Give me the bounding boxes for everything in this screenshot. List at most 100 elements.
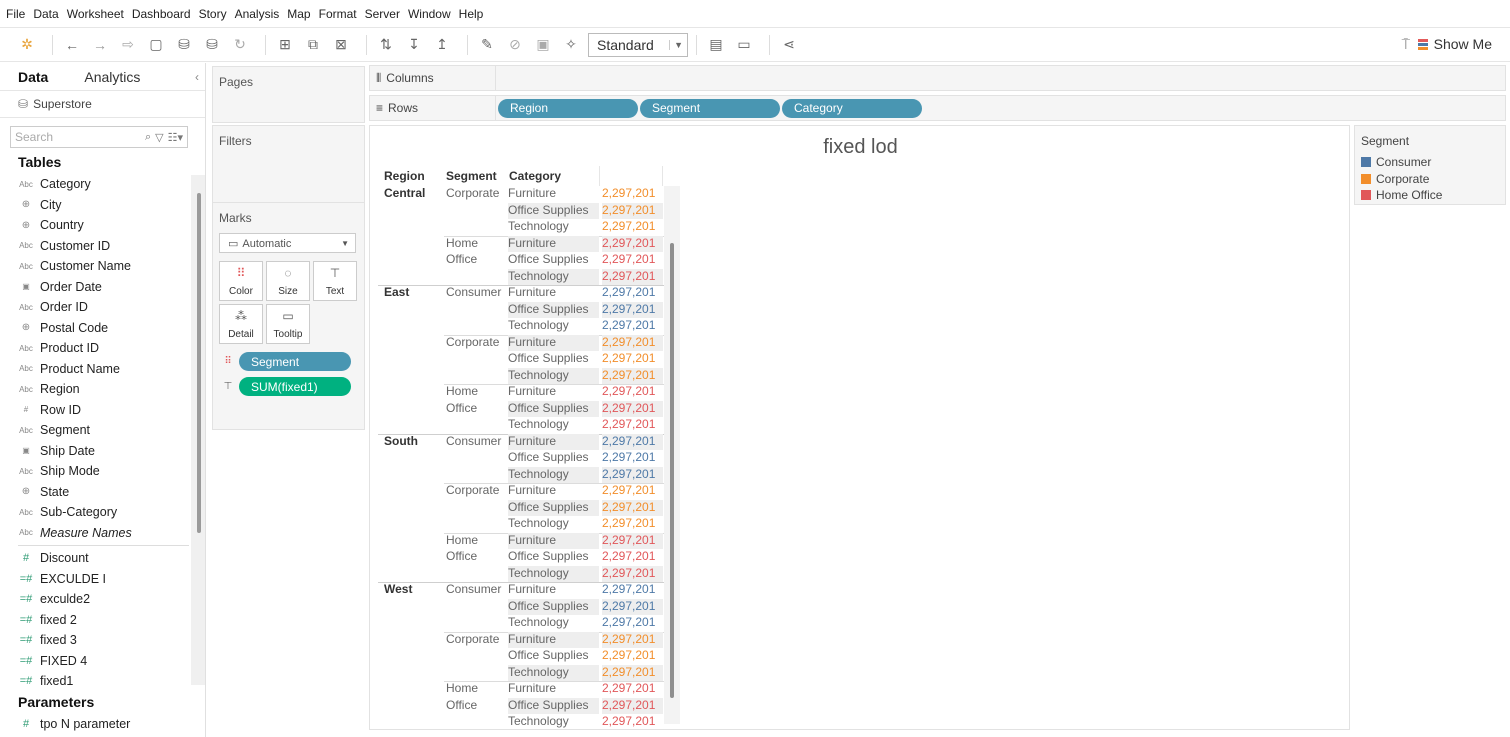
region-cell[interactable]: West [384, 582, 412, 596]
value-cell[interactable]: 2,297,201 [602, 466, 663, 483]
tab-data[interactable]: Data [0, 69, 62, 85]
value-cell[interactable]: 2,297,201 [602, 549, 655, 563]
field-item[interactable]: =# fixed 3 [0, 630, 205, 651]
field-item[interactable]: =# exculde2 [0, 589, 205, 610]
category-cell[interactable]: Technology [508, 565, 599, 582]
category-cell[interactable]: Office Supplies [508, 252, 589, 266]
datasource-item[interactable]: ⛁ Superstore [0, 91, 205, 117]
value-cell[interactable]: 2,297,201 [602, 516, 655, 530]
value-cell[interactable]: 2,297,201 [602, 433, 663, 450]
value-cell[interactable]: 2,297,201 [602, 714, 655, 728]
segment-cell[interactable]: Consumer [446, 582, 501, 596]
value-cell[interactable]: 2,297,201 [602, 318, 655, 332]
field-item[interactable]: Abc Measure Names [0, 523, 205, 544]
region-cell[interactable]: South [384, 434, 418, 448]
value-cell[interactable]: 2,297,201 [602, 499, 663, 516]
field-item[interactable]: ⊕ State [0, 482, 205, 503]
segment-cell[interactable]: Office [446, 252, 477, 266]
category-cell[interactable]: Office Supplies [508, 351, 589, 365]
category-cell[interactable]: Office Supplies [508, 549, 589, 563]
value-cell[interactable]: 2,297,201 [602, 252, 655, 266]
tooltip-hint-icon[interactable]: ⍑ [1402, 36, 1410, 53]
segment-cell[interactable]: Office [446, 401, 477, 415]
field-item[interactable]: # Discount [0, 548, 205, 569]
category-cell[interactable]: Technology [508, 219, 569, 233]
presentation-mode-icon[interactable]: ▭ [733, 33, 755, 57]
value-cell[interactable]: 2,297,201 [602, 202, 663, 219]
field-item[interactable]: Abc Customer Name [0, 256, 205, 277]
field-item[interactable]: Abc Product ID [0, 338, 205, 359]
segment-cell[interactable]: Consumer [446, 434, 501, 448]
category-cell[interactable]: Technology [508, 516, 569, 530]
region-cell[interactable]: Central [384, 186, 425, 200]
menu-map[interactable]: Map [287, 7, 310, 21]
tableau-logo-icon[interactable]: ✲ [16, 33, 38, 57]
segment-cell[interactable]: Office [446, 549, 477, 563]
field-item[interactable]: =# EXCULDE I [0, 569, 205, 590]
menu-dashboard[interactable]: Dashboard [132, 7, 191, 21]
value-cell[interactable]: 2,297,201 [602, 648, 655, 662]
header-region[interactable]: Region [384, 169, 425, 183]
text-button[interactable]: ⊤ Text [313, 261, 357, 301]
mark-type-dropdown[interactable]: ▭ Automatic ▼ [219, 233, 356, 253]
value-cell[interactable]: 2,297,201 [602, 301, 663, 318]
segment-pill[interactable]: Segment [239, 352, 351, 371]
value-cell[interactable]: 2,297,201 [602, 582, 655, 596]
value-cell[interactable]: 2,297,201 [602, 384, 655, 398]
tooltip-button[interactable]: ▭ Tooltip [266, 304, 310, 344]
category-cell[interactable]: Furniture [508, 384, 556, 398]
value-cell[interactable]: 2,297,201 [602, 235, 663, 252]
sort-ascending-icon[interactable]: ↧ [403, 33, 425, 57]
refresh-icon[interactable]: ↻ [229, 33, 251, 57]
field-item[interactable]: =# fixed 2 [0, 610, 205, 631]
viz-scroll-thumb[interactable] [670, 243, 674, 698]
category-cell[interactable]: Office Supplies [508, 400, 599, 417]
menu-window[interactable]: Window [408, 7, 451, 21]
clear-sheet-icon[interactable]: ⊠ [330, 33, 352, 57]
value-cell[interactable]: 2,297,201 [602, 565, 663, 582]
menu-server[interactable]: Server [365, 7, 400, 21]
field-item[interactable]: ▣ Order Date [0, 277, 205, 298]
sort-descending-icon[interactable]: ↥ [431, 33, 453, 57]
category-cell[interactable]: Furniture [508, 334, 599, 351]
value-cell[interactable]: 2,297,201 [602, 697, 663, 714]
data-pane-scroll-thumb[interactable] [197, 193, 201, 533]
field-item[interactable]: =# FIXED 4 [0, 651, 205, 672]
value-cell[interactable]: 2,297,201 [602, 532, 663, 549]
category-cell[interactable]: Office Supplies [508, 301, 599, 318]
category-cell[interactable]: Furniture [508, 582, 556, 596]
segment-cell[interactable]: Corporate [446, 632, 499, 646]
category-cell[interactable]: Technology [508, 318, 569, 332]
category-cell[interactable]: Office Supplies [508, 697, 599, 714]
field-item[interactable]: Abc Category [0, 174, 205, 195]
view-options-icon[interactable]: ☷▾ [168, 131, 187, 144]
header-segment[interactable]: Segment [446, 169, 497, 183]
replay-icon[interactable]: ⇨ [117, 33, 139, 57]
rows-shelf[interactable]: ≡ Rows Region Segment Category [369, 95, 1506, 121]
value-cell[interactable]: 2,297,201 [602, 186, 655, 200]
value-cell[interactable]: 2,297,201 [602, 219, 655, 233]
value-cell[interactable]: 2,297,201 [602, 598, 663, 615]
category-cell[interactable]: Office Supplies [508, 499, 599, 516]
field-item[interactable]: ▣ Ship Date [0, 441, 205, 462]
category-cell[interactable]: Furniture [508, 681, 556, 695]
new-datasource-icon[interactable]: ⛁ [173, 33, 195, 57]
group-icon[interactable]: ⊘ [504, 33, 526, 57]
field-item[interactable]: Abc Order ID [0, 297, 205, 318]
field-item[interactable]: ⊕ City [0, 195, 205, 216]
value-cell[interactable]: 2,297,201 [602, 483, 655, 497]
menu-file[interactable]: File [6, 7, 25, 21]
segment-pill[interactable]: Segment [640, 98, 780, 118]
segment-cell[interactable]: Home [446, 533, 478, 547]
category-pill[interactable]: Category [782, 98, 922, 118]
segment-cell[interactable]: Home [446, 681, 478, 695]
color-button[interactable]: ⠿ Color [219, 261, 263, 301]
filter-icon[interactable]: ▽ [155, 131, 167, 144]
category-cell[interactable]: Technology [508, 367, 599, 384]
legend-item-consumer[interactable]: Consumer [1355, 154, 1505, 171]
share-icon[interactable]: ⋖ [778, 33, 800, 57]
new-worksheet-icon[interactable]: ⊞ [274, 33, 296, 57]
value-cell[interactable]: 2,297,201 [602, 400, 663, 417]
segment-cell[interactable]: Consumer [446, 285, 501, 299]
value-cell[interactable]: 2,297,201 [602, 268, 663, 285]
